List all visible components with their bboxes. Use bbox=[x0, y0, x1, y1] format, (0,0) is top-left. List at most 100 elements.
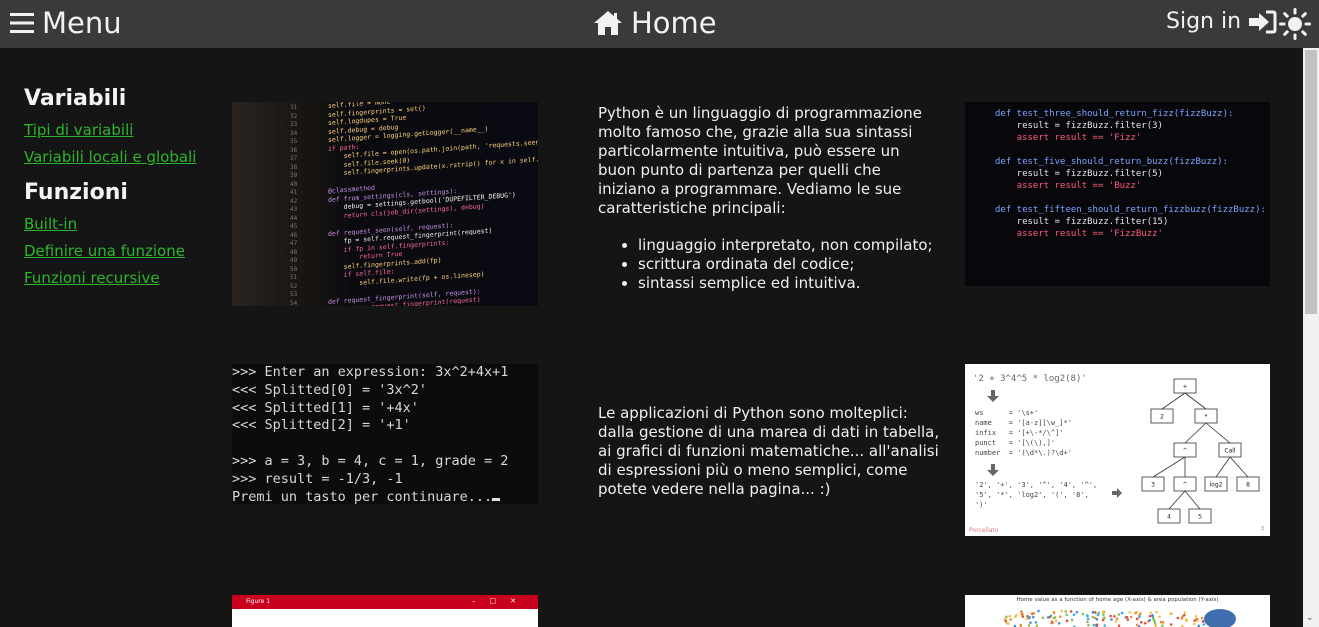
terminal-line: <<< Splitted[2] = '+1' bbox=[232, 417, 411, 434]
scatter-dot bbox=[1015, 613, 1018, 617]
scatter-dot bbox=[1129, 615, 1133, 619]
test-code-line: assert result == 'FizzBuzz' bbox=[995, 229, 1163, 239]
menu-label: Menu bbox=[42, 6, 122, 40]
feature-item: scrittura ordinata del codice; bbox=[638, 255, 938, 274]
link-built-in[interactable]: Built-in bbox=[24, 215, 214, 233]
link-funzioni-recursive[interactable]: Funzioni recursive bbox=[24, 269, 214, 287]
line-numbers: 31 32 33 34 35 36 37 38 39 40 41 42 43 44 45 46 47 48 49 50… bbox=[290, 104, 298, 306]
tree-edge bbox=[1215, 456, 1231, 478]
hamburger-icon bbox=[10, 13, 34, 33]
scatter-dot bbox=[1058, 615, 1062, 618]
scatter-dot bbox=[1034, 621, 1038, 624]
scatter-dot bbox=[1193, 619, 1197, 622]
test-code-line: result = fizzBuzz.filter(5) bbox=[995, 169, 1163, 179]
parse-tree-image: '2 + 3^4^5 * log2(8)' ws = '\s+' name = … bbox=[965, 364, 1270, 536]
scatter-dot bbox=[1183, 611, 1187, 614]
tree-edge bbox=[1205, 422, 1231, 444]
theme-toggle-sun-icon[interactable] bbox=[1279, 8, 1311, 40]
scatter-dot bbox=[1185, 619, 1188, 622]
scatter-dot bbox=[1026, 614, 1029, 618]
scatter-dot bbox=[1086, 614, 1089, 618]
scatter-dot bbox=[1004, 619, 1008, 623]
tree-node-label: 5 bbox=[1198, 514, 1202, 521]
terminal-line: <<< Splitted[1] = '+4x' bbox=[232, 399, 419, 416]
scatter-dot bbox=[1057, 621, 1061, 625]
page-scrollbar[interactable]: ⌄ bbox=[1303, 48, 1319, 627]
scatter-dot bbox=[1103, 624, 1107, 627]
scatter-dot bbox=[1050, 621, 1053, 625]
feature-item: sintassi semplice ed intuitiva. bbox=[638, 274, 938, 293]
link-tipi-di-variabili[interactable]: Tipi di variabili bbox=[24, 121, 214, 139]
intro-paragraph: Python è un linguaggio di programmazione… bbox=[598, 104, 923, 217]
scatter-dot bbox=[1135, 617, 1139, 621]
test-code-line: result = fizzBuzz.filter(15) bbox=[995, 217, 1169, 227]
scatter-dot bbox=[1153, 622, 1157, 625]
tree-edge bbox=[1184, 422, 1207, 444]
tree-brand: Porcellato bbox=[969, 527, 999, 534]
test-code-image: def test_three_should_return_fizz(fizzBu… bbox=[965, 102, 1270, 286]
sign-in-button[interactable]: Sign in bbox=[1166, 9, 1277, 34]
scatter-dot bbox=[1196, 619, 1199, 623]
scatter-dot bbox=[1027, 624, 1031, 627]
scatter-dot bbox=[1201, 620, 1205, 623]
scatter-dot bbox=[1065, 613, 1069, 617]
tree-node-label: 4 bbox=[1167, 514, 1171, 521]
scroll-down-arrow-icon[interactable]: ⌄ bbox=[1306, 613, 1314, 623]
scatter-dot bbox=[1086, 617, 1090, 621]
tree-node-label: log2 bbox=[1210, 482, 1223, 489]
scatter-dot bbox=[1103, 616, 1106, 620]
scatter-dot bbox=[1102, 613, 1105, 616]
test-code-line: result = fizzBuzz.filter(3) bbox=[995, 121, 1163, 131]
scatter-dot bbox=[1128, 611, 1132, 614]
scatter-dot bbox=[1032, 615, 1035, 619]
scatter-dot bbox=[1065, 619, 1069, 623]
link-definire-funzione[interactable]: Definire una funzione bbox=[24, 242, 214, 260]
scatter-dot bbox=[1202, 623, 1206, 626]
code-screen-image: 31 32 33 34 35 36 37 38 39 40 41 42 43 44 45 46 47 48 49 50… bbox=[232, 102, 538, 306]
tree-node-label: ^ bbox=[1182, 482, 1187, 489]
scrollbar-thumb[interactable] bbox=[1305, 50, 1317, 314]
test-code-line: def test_fifteen_should_return_fizzbuzz(… bbox=[995, 205, 1266, 215]
scatter-title: Home value as a function of home age (X-… bbox=[1016, 597, 1219, 603]
scatter-dot bbox=[1092, 623, 1096, 627]
tree-node-label: ^ bbox=[1182, 448, 1187, 455]
tree-edge bbox=[1184, 490, 1201, 510]
scatter-dot bbox=[1028, 615, 1032, 619]
test-code-lines: def test_three_should_return_fizz(fizzBu… bbox=[995, 108, 1266, 240]
down-arrow-icon bbox=[987, 390, 999, 402]
top-bar: Menu Home Sign in bbox=[0, 0, 1319, 48]
menu-button[interactable]: Menu bbox=[10, 6, 122, 40]
scatter-dot bbox=[1054, 619, 1058, 623]
test-code-line: assert result == 'Buzz' bbox=[995, 181, 1142, 191]
scatter-dot bbox=[1181, 615, 1184, 618]
scatter-dot bbox=[1115, 617, 1119, 621]
section-title-variabili: Variabili bbox=[24, 86, 127, 111]
link-variabili-locali-globali[interactable]: Variabili locali e globali bbox=[24, 148, 214, 166]
scatter-dot bbox=[1053, 616, 1057, 619]
tree-edge bbox=[1184, 392, 1207, 410]
terminal-cursor bbox=[492, 497, 501, 501]
scatter-dot bbox=[1148, 614, 1152, 618]
scatter-dot bbox=[1139, 612, 1142, 615]
scatter-dot bbox=[1081, 612, 1085, 616]
scatter-dot bbox=[1126, 618, 1130, 621]
scatter-dot bbox=[1064, 610, 1068, 613]
home-button[interactable]: Home bbox=[593, 6, 717, 40]
scatter-dot bbox=[1134, 611, 1137, 615]
terminal-line: >>> result = -1/3, -1 bbox=[232, 470, 403, 487]
scatter-dot bbox=[1110, 618, 1113, 621]
scatter-dot bbox=[1052, 611, 1056, 615]
scatter-dot bbox=[1087, 624, 1090, 627]
tree-node-label: Call bbox=[1224, 448, 1236, 455]
scatter-dot bbox=[1037, 609, 1040, 613]
tree-expression: '2 + 3^4^5 * log2(8)' bbox=[973, 374, 1087, 384]
scatter-dot bbox=[1113, 614, 1116, 618]
scatter-dot bbox=[1194, 614, 1198, 618]
scatter-plot-image: Home value as a function of home age (X-… bbox=[965, 595, 1270, 627]
figure-title: Figure 1 bbox=[246, 598, 271, 605]
python-logo-icon bbox=[1204, 609, 1236, 627]
scatter-dot bbox=[1149, 611, 1152, 614]
test-code-line: def test_five_should_return_buzz(fizzBuz… bbox=[995, 157, 1228, 167]
tree-node-label: 2 bbox=[1160, 414, 1164, 421]
scatter-dot bbox=[1143, 621, 1147, 625]
